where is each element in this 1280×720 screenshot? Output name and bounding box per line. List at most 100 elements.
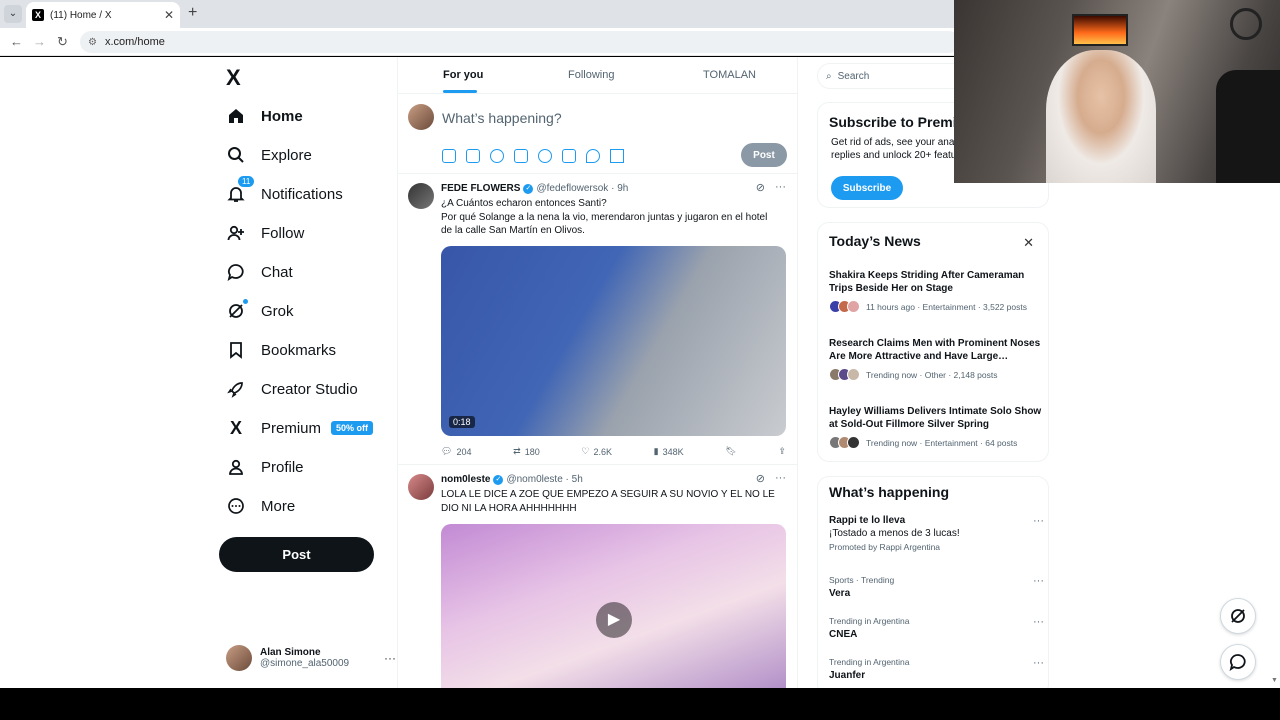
- tweet[interactable]: FEDE FLOWERS ✓ @fedeflowersok · 9h ⊘ ···…: [398, 175, 798, 465]
- back-icon[interactable]: ←: [10, 34, 23, 49]
- grok-icon[interactable]: [490, 149, 504, 163]
- nav-profile[interactable]: Profile: [226, 452, 304, 482]
- gif-icon[interactable]: [466, 149, 480, 163]
- more-icon[interactable]: ···: [1033, 515, 1044, 527]
- tab-for-you[interactable]: For you: [443, 69, 483, 81]
- nav-explore[interactable]: Explore: [226, 140, 312, 170]
- scrollbar-arrow[interactable]: ▼: [1271, 677, 1278, 684]
- compose-post-button[interactable]: Post: [741, 143, 787, 167]
- nav-creator-studio[interactable]: Creator Studio: [226, 374, 358, 404]
- tweet-video[interactable]: ▶: [441, 524, 786, 688]
- more-icon[interactable]: ···: [384, 651, 396, 665]
- news-meta: 11 hours ago · Entertainment · 3,522 pos…: [866, 301, 1027, 312]
- play-icon[interactable]: ▶: [596, 602, 632, 638]
- reload-icon[interactable]: ↻: [57, 34, 68, 50]
- news-headline: Shakira Keeps Striding After Cameraman T…: [829, 270, 1025, 294]
- nav-bookmarks[interactable]: Bookmarks: [226, 335, 336, 365]
- tab-search-button[interactable]: ⌄: [4, 5, 22, 23]
- more-icon[interactable]: ···: [1033, 616, 1044, 628]
- bookmark-button[interactable]: 🔖︎: [725, 446, 736, 457]
- grok-dot: [243, 299, 248, 304]
- tab-tomalan[interactable]: TOMALAN: [703, 69, 756, 81]
- more-icon[interactable]: ···: [1033, 657, 1044, 669]
- grok-icon: [226, 299, 248, 321]
- bookmark-icon: 🔖︎: [725, 446, 737, 456]
- tweet-handle[interactable]: @nom0leste: [506, 474, 562, 485]
- grok-float-button[interactable]: [1220, 598, 1256, 634]
- tweet[interactable]: nom0leste ✓ @nom0leste · 5h ⊘ ··· LOLA L…: [398, 466, 798, 688]
- compose-box: What’s happening? Post: [398, 94, 798, 174]
- subscribe-button[interactable]: Subscribe: [831, 176, 903, 200]
- more-icon[interactable]: ···: [775, 472, 786, 485]
- trend-item-promoted[interactable]: Rappi te lo lleva ¡Tostado a menos de 3 …: [829, 515, 1044, 552]
- trend-title: CNEA: [829, 629, 858, 640]
- grok-icon: [1231, 609, 1245, 623]
- home-icon: [226, 106, 246, 126]
- tweet-author-name[interactable]: nom0leste: [441, 474, 490, 485]
- forward-icon[interactable]: →: [33, 34, 46, 49]
- avatar[interactable]: [408, 183, 434, 209]
- account-switcher[interactable]: Alan Simone @simone_ala50009 ···: [226, 642, 396, 674]
- compose-input[interactable]: What’s happening?: [442, 110, 562, 126]
- close-icon[interactable]: ✕: [1023, 235, 1034, 251]
- news-avatars: [829, 436, 860, 449]
- heart-icon: ♡: [581, 446, 590, 456]
- separator: ·: [608, 183, 618, 194]
- news-meta: Trending now · Entertainment · 64 posts: [866, 437, 1018, 448]
- trend-category: Trending in Argentina: [829, 616, 910, 626]
- new-tab-button[interactable]: +: [188, 4, 197, 22]
- trend-item[interactable]: Trending in Argentina CNEA ···: [829, 616, 1044, 640]
- more-icon[interactable]: ···: [775, 181, 786, 194]
- address-bar[interactable]: ⚙ x.com/home: [80, 31, 960, 53]
- emoji-icon[interactable]: [538, 149, 552, 163]
- nav-chat[interactable]: Chat: [226, 257, 293, 287]
- reply-button[interactable]: 💬︎ 204: [441, 446, 471, 457]
- tweet-time[interactable]: 9h: [617, 183, 628, 194]
- bottom-black-bar: [0, 688, 1280, 720]
- nav-notifications[interactable]: 11 Notifications: [226, 176, 343, 209]
- location-icon[interactable]: [586, 149, 600, 163]
- repost-button[interactable]: ⇄ 180: [513, 446, 540, 457]
- tweet-text: ¿A Cuántos echaron entonces Santi? Por q…: [441, 198, 768, 236]
- post-button[interactable]: Post: [219, 537, 374, 572]
- trend-title: Juanfer: [829, 670, 866, 681]
- like-button[interactable]: ♡ 2.6K: [581, 446, 612, 457]
- nav-premium-label: Premium: [261, 419, 322, 437]
- tweet-time[interactable]: 5h: [572, 474, 583, 485]
- flag-icon[interactable]: [610, 149, 624, 163]
- browser-tab[interactable]: X (11) Home / X ✕: [26, 2, 180, 28]
- site-info-icon[interactable]: ⚙: [88, 37, 97, 48]
- x-logo-icon[interactable]: X: [226, 65, 241, 91]
- avatar[interactable]: [408, 474, 434, 500]
- news-avatars: [829, 300, 860, 313]
- gaming-chair: [1216, 70, 1280, 183]
- more-icon[interactable]: ···: [1033, 575, 1044, 587]
- grok-icon[interactable]: ⊘: [756, 472, 765, 485]
- rocket-icon: [226, 379, 246, 399]
- share-button[interactable]: ⇪: [778, 446, 786, 457]
- news-item[interactable]: Shakira Keeps Striding After Cameraman T…: [829, 269, 1044, 313]
- grok-icon[interactable]: ⊘: [756, 181, 765, 194]
- nav-premium[interactable]: X Premium 50% off: [226, 413, 374, 443]
- share-icon: ⇪: [778, 446, 786, 456]
- tweet-author-name[interactable]: FEDE FLOWERS: [441, 183, 520, 194]
- schedule-icon[interactable]: [562, 149, 576, 163]
- views-button[interactable]: ▮ 348K: [654, 446, 684, 457]
- tweet-video[interactable]: 0:18: [441, 246, 786, 436]
- tweet-handle[interactable]: @fedeflowersok: [536, 183, 608, 194]
- news-item[interactable]: Research Claims Men with Prominent Noses…: [829, 337, 1044, 381]
- trend-item[interactable]: Sports · Trending Vera ···: [829, 575, 1044, 599]
- tweet-tools: ⊘ ···: [756, 472, 786, 485]
- nav-grok[interactable]: Grok: [226, 296, 294, 326]
- close-tab-icon[interactable]: ✕: [164, 8, 174, 22]
- tab-following[interactable]: Following: [568, 69, 614, 81]
- nav-home[interactable]: Home: [226, 101, 303, 131]
- poll-icon[interactable]: [514, 149, 528, 163]
- image-icon[interactable]: [442, 149, 456, 163]
- trend-item[interactable]: Trending in Argentina Juanfer ···: [829, 657, 1044, 681]
- news-item[interactable]: Hayley Williams Delivers Intimate Solo S…: [829, 405, 1044, 449]
- nav-more[interactable]: More: [226, 491, 295, 521]
- chat-float-button[interactable]: [1220, 644, 1256, 680]
- nav-more-label: More: [261, 497, 296, 515]
- nav-follow[interactable]: Follow: [226, 218, 304, 248]
